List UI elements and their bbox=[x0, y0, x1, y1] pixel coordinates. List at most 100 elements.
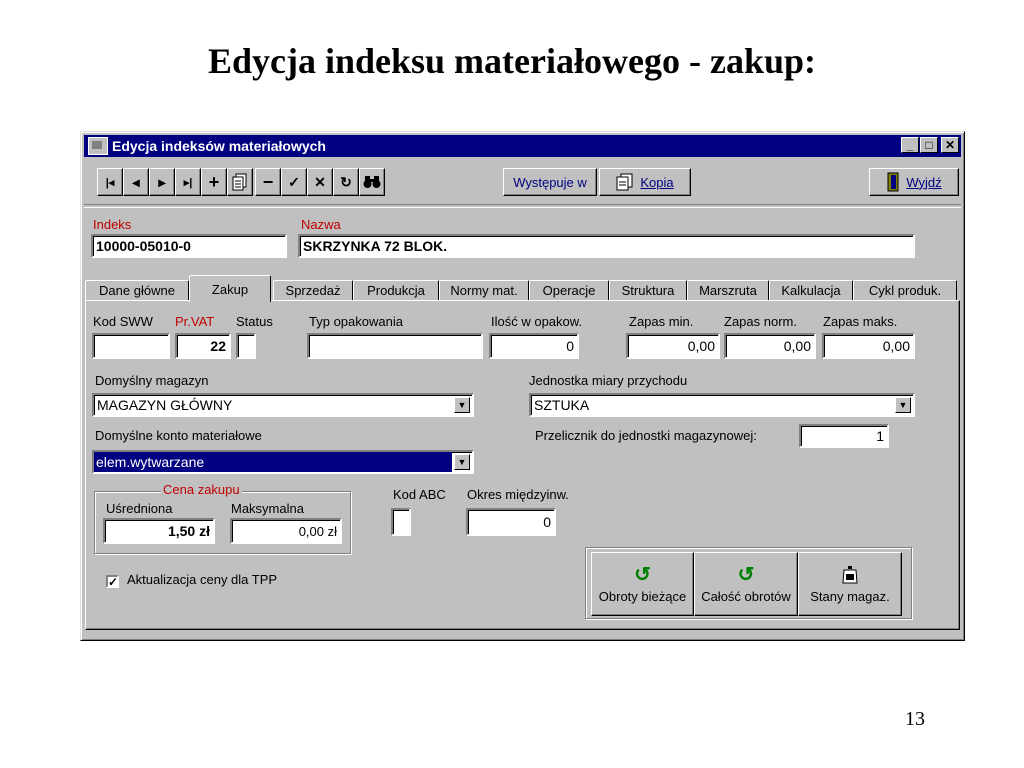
typ-opakowania-label: Typ opakowania bbox=[309, 314, 403, 329]
calosc-obrotow-label: Całość obrotów bbox=[701, 588, 791, 604]
tab-normy-mat[interactable]: Normy mat. bbox=[439, 280, 529, 300]
minimize-button[interactable]: _ bbox=[901, 137, 919, 153]
kopia-label: Kopia bbox=[640, 174, 674, 190]
delete-button[interactable]: − bbox=[255, 168, 281, 196]
check-icon: ✓ bbox=[288, 173, 300, 190]
konto-select[interactable]: elem.wytwarzane ▼ bbox=[92, 450, 474, 474]
usredniona-label: Uśredniona bbox=[106, 501, 173, 516]
tab-label: Normy mat. bbox=[450, 283, 518, 298]
plus-icon: + bbox=[208, 171, 220, 192]
status-field[interactable] bbox=[236, 333, 256, 359]
stany-magaz-button[interactable]: Stany magaz. bbox=[798, 552, 902, 616]
pr-vat-field[interactable]: 22 bbox=[175, 333, 231, 359]
zapas-min-label: Zapas min. bbox=[629, 314, 694, 329]
zapas-maks-field[interactable]: 0,00 bbox=[822, 333, 915, 359]
nazwa-label: Nazwa bbox=[301, 217, 341, 232]
przelicznik-label: Przelicznik do jednostki magazynowej: bbox=[535, 428, 757, 443]
zapas-norm-label: Zapas norm. bbox=[724, 314, 797, 329]
ilosc-w-opakow-field[interactable]: 0 bbox=[489, 333, 579, 359]
last-record-button[interactable]: ▸| bbox=[175, 168, 201, 196]
chevron-down-icon[interactable]: ▼ bbox=[895, 397, 911, 413]
wyjdz-label: Wyjdź bbox=[906, 174, 942, 190]
prev-icon: ◂ bbox=[132, 173, 140, 190]
tab-label: Marszruta bbox=[699, 283, 757, 298]
search-button[interactable] bbox=[359, 168, 385, 196]
tab-marszruta[interactable]: Marszruta bbox=[687, 280, 769, 300]
chevron-down-icon[interactable]: ▼ bbox=[454, 454, 470, 470]
kod-abc-label: Kod ABC bbox=[393, 487, 446, 502]
binoculars-icon bbox=[363, 176, 381, 188]
ilosc-w-opakow-label: Ilość w opakow. bbox=[491, 314, 583, 329]
window-title: Edycja indeksów materiałowych bbox=[112, 138, 326, 154]
undo-arrow-icon: ↺ bbox=[737, 563, 755, 586]
obroty-biezace-button[interactable]: ↺ Obroty bieżące bbox=[591, 552, 694, 616]
main-window: Edycja indeksów materiałowych _ □ ✕ |◂ ◂… bbox=[80, 131, 965, 641]
okres-field[interactable]: 0 bbox=[466, 508, 556, 536]
chevron-down-icon[interactable]: ▼ bbox=[454, 397, 470, 413]
tab-kalkulacja[interactable]: Kalkulacja bbox=[769, 280, 853, 300]
cancel-button[interactable]: ✕ bbox=[307, 168, 333, 196]
tab-label: Produkcja bbox=[367, 283, 425, 298]
maksymalna-field[interactable]: 0,00 zł bbox=[230, 518, 342, 544]
domyslny-magazyn-value: MAGAZYN GŁÓWNY bbox=[97, 397, 233, 413]
tab-label: Operacje bbox=[542, 283, 596, 298]
typ-opakowania-field[interactable] bbox=[307, 333, 483, 359]
tab-sprzedaz[interactable]: Sprzedaż bbox=[273, 280, 353, 300]
next-icon: ▸ bbox=[158, 173, 166, 190]
pr-vat-label: Pr.VAT bbox=[175, 314, 215, 329]
usredniona-field[interactable]: 1,50 zł bbox=[103, 518, 215, 544]
zapas-min-field[interactable]: 0,00 bbox=[626, 333, 720, 359]
next-record-button[interactable]: ▸ bbox=[149, 168, 175, 196]
app-icon bbox=[88, 137, 108, 155]
last-icon: ▸| bbox=[183, 176, 193, 189]
slide-title: Edycja indeksu materiałowego - zakup: bbox=[207, 41, 816, 81]
tab-dane-glowne[interactable]: Dane główne bbox=[85, 280, 189, 300]
prev-record-button[interactable]: ◂ bbox=[123, 168, 149, 196]
tab-label: Zakup bbox=[211, 281, 249, 297]
kod-abc-field[interactable] bbox=[391, 508, 411, 536]
tab-label: Kalkulacja bbox=[781, 283, 841, 298]
tab-label: Struktura bbox=[621, 283, 675, 298]
jednostka-label: Jednostka miary przychodu bbox=[529, 373, 688, 388]
wyjdz-button[interactable]: Wyjdź bbox=[869, 168, 959, 196]
maximize-button[interactable]: □ bbox=[920, 137, 938, 153]
tab-label: Dane główne bbox=[99, 283, 175, 298]
cena-zakupu-title: Cena zakupu bbox=[161, 482, 242, 497]
domyslny-magazyn-label: Domyślny magazyn bbox=[95, 373, 209, 388]
zapas-norm-field[interactable]: 0,00 bbox=[724, 333, 816, 359]
refresh-icon: ↻ bbox=[340, 173, 352, 190]
przelicznik-field[interactable]: 1 bbox=[799, 424, 889, 448]
jednostka-select[interactable]: SZTUKA ▼ bbox=[529, 393, 915, 417]
konto-label: Domyślne konto materiałowe bbox=[95, 428, 262, 443]
calosc-obrotow-button[interactable]: ↺ Całość obrotów bbox=[694, 552, 798, 616]
confirm-button[interactable]: ✓ bbox=[281, 168, 307, 196]
tab-produkcja[interactable]: Produkcja bbox=[353, 280, 439, 300]
wystepuje-w-button[interactable]: Występuje w bbox=[503, 168, 597, 196]
scale-weight-icon bbox=[842, 565, 858, 583]
tab-operacje[interactable]: Operacje bbox=[529, 280, 609, 300]
copy-record-button[interactable] bbox=[227, 168, 253, 196]
indeks-label: Indeks bbox=[93, 217, 132, 232]
kopia-button[interactable]: Kopia bbox=[599, 168, 691, 196]
maksymalna-label: Maksymalna bbox=[231, 501, 304, 516]
add-button[interactable]: + bbox=[201, 168, 227, 196]
document-copy-icon bbox=[232, 173, 247, 191]
tab-zakup[interactable]: Zakup bbox=[189, 275, 271, 302]
undo-arrow-icon: ↺ bbox=[634, 563, 651, 586]
refresh-button[interactable]: ↻ bbox=[333, 168, 359, 196]
page-number: 13 bbox=[905, 708, 925, 730]
first-record-button[interactable]: |◂ bbox=[97, 168, 123, 196]
title-bar: Edycja indeksów materiałowych _ □ ✕ bbox=[84, 135, 961, 157]
domyslny-magazyn-select[interactable]: MAGAZYN GŁÓWNY ▼ bbox=[92, 393, 474, 417]
kopia-icon bbox=[616, 173, 633, 191]
aktualizacja-checkbox[interactable]: ✓ bbox=[106, 575, 119, 588]
kod-sww-field[interactable] bbox=[92, 333, 170, 359]
tab-struktura[interactable]: Struktura bbox=[609, 280, 687, 300]
minus-icon: − bbox=[262, 171, 274, 192]
close-button[interactable]: ✕ bbox=[941, 137, 959, 153]
first-icon: |◂ bbox=[105, 176, 115, 189]
tab-cykl-produk[interactable]: Cykl produk. bbox=[853, 280, 957, 300]
okres-label: Okres międzyinw. bbox=[467, 487, 569, 502]
indeks-field[interactable]: 10000-05010-0 bbox=[91, 234, 287, 258]
nazwa-field[interactable]: SKRZYNKA 72 BLOK. bbox=[298, 234, 915, 258]
